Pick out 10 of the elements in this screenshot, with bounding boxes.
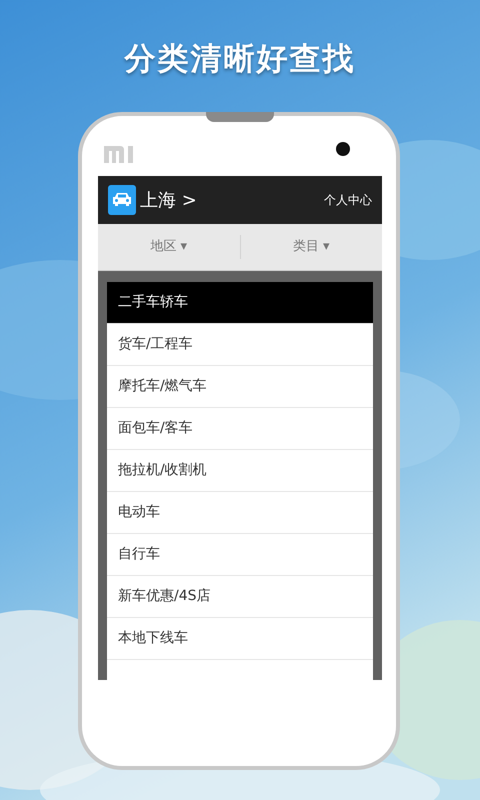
- filter-dropdown[interactable]: 类目 ▾: [240, 236, 382, 258]
- logo-icon: [104, 146, 134, 164]
- car-icon: [108, 185, 136, 215]
- city-selector[interactable]: 上海 >: [140, 186, 197, 214]
- banner-title: 分类清晰好查找: [124, 41, 356, 77]
- account-link[interactable]: 个人中心: [324, 191, 372, 209]
- speaker-icon: [206, 112, 274, 122]
- camera-icon: [336, 142, 350, 156]
- filter-dropdown[interactable]: 地区 ▾: [98, 236, 240, 258]
- category-item[interactable]: 二手车轿车: [107, 282, 373, 324]
